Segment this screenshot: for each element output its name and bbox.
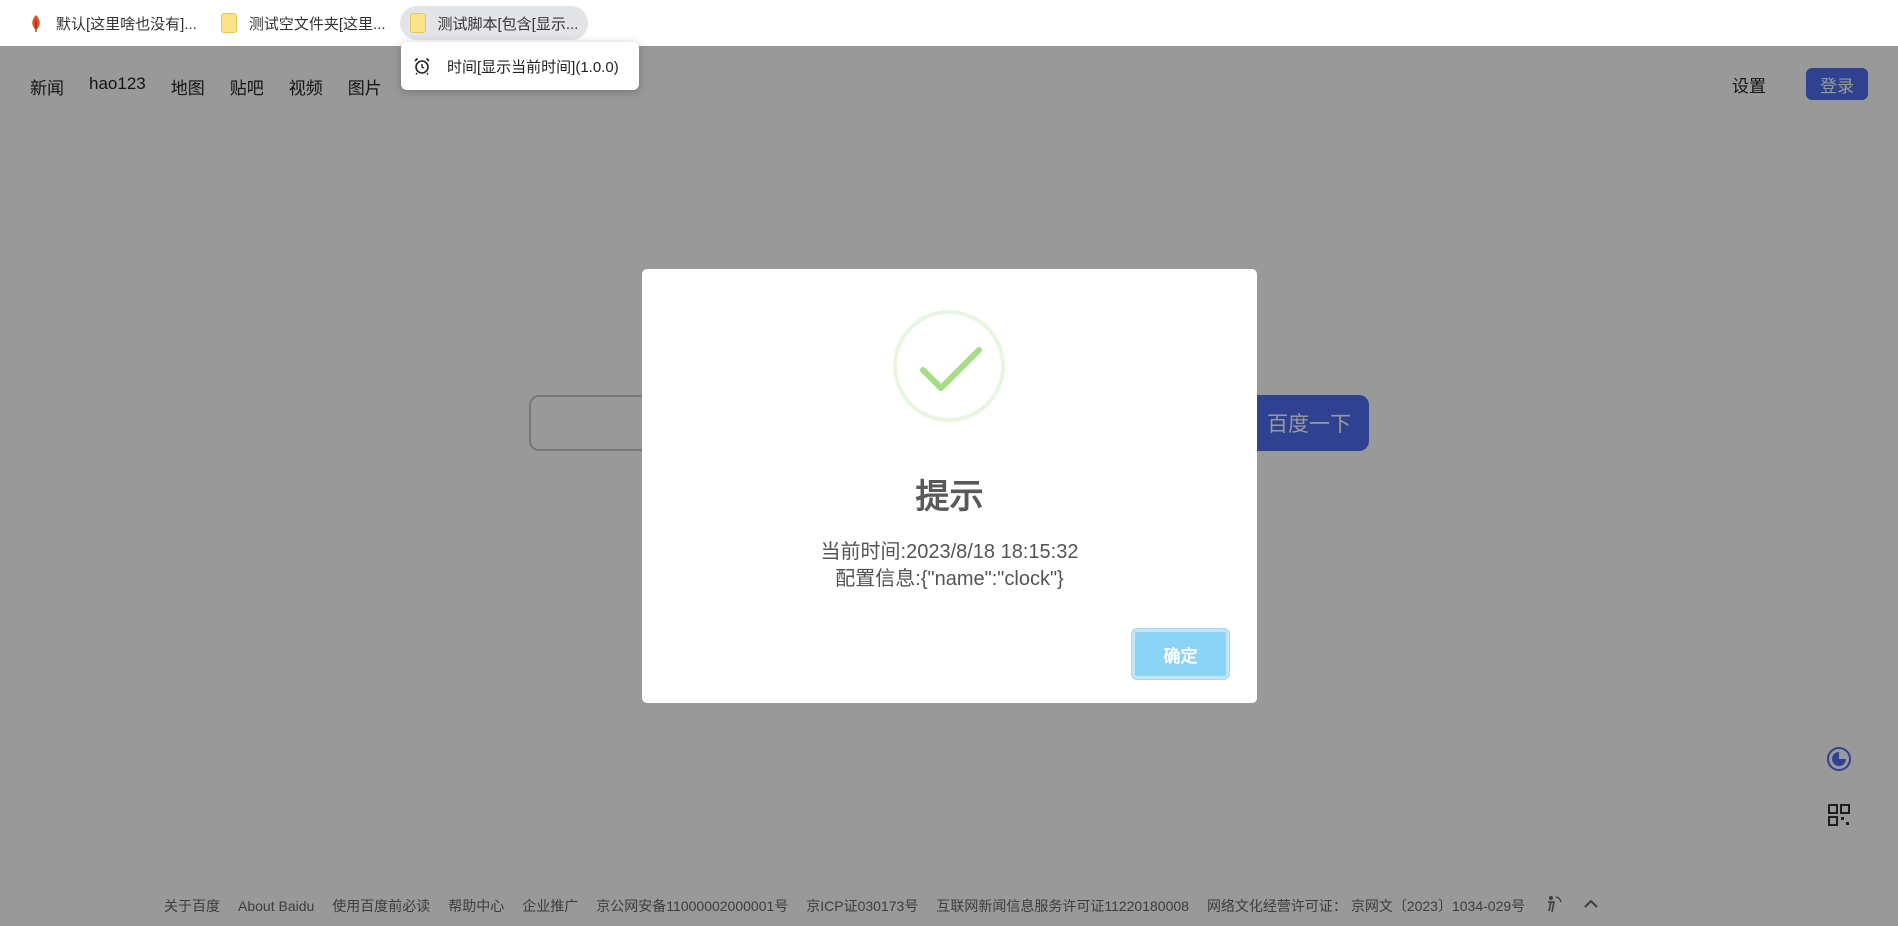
bookmark-default[interactable]: 默认[这里啥也没有]... — [18, 6, 207, 40]
dialog-line-time: 当前时间:2023/8/18 18:15:32 — [820, 541, 1079, 563]
bookmarks-bar: 默认[这里啥也没有]... 测试空文件夹[这里... 测试脚本[包含[显示... — [0, 0, 1898, 46]
folder-icon — [409, 13, 426, 33]
dropdown-item-clock[interactable]: 时间[显示当前时间](1.0.0) — [447, 56, 619, 77]
bookmark-label: 测试空文件夹[这里... — [248, 15, 386, 33]
leaf-icon — [28, 14, 44, 32]
confirm-button[interactable]: 确定 — [1132, 629, 1229, 679]
bookmark-label: 测试脚本[包含[显示... — [437, 15, 579, 33]
alert-dialog: 提示 当前时间:2023/8/18 18:15:32 配置信息:{"name":… — [642, 269, 1257, 703]
bookmark-folder-test-script[interactable]: 测试脚本[包含[显示... — [399, 6, 589, 40]
bookmark-label: 默认[这里啥也没有]... — [56, 15, 197, 33]
folder-icon — [220, 13, 237, 33]
dialog-message: 当前时间:2023/8/18 18:15:32 配置信息:{"name":"cl… — [642, 539, 1257, 593]
bookmark-folder-test-empty[interactable]: 测试空文件夹[这里... — [211, 6, 396, 40]
bookmark-folder-dropdown: 时间[显示当前时间](1.0.0) — [401, 42, 639, 90]
success-check-icon — [893, 310, 1005, 422]
alarm-clock-icon — [413, 57, 431, 75]
dialog-title: 提示 — [915, 478, 984, 516]
dialog-line-config: 配置信息:{"name":"clock"} — [835, 568, 1064, 590]
